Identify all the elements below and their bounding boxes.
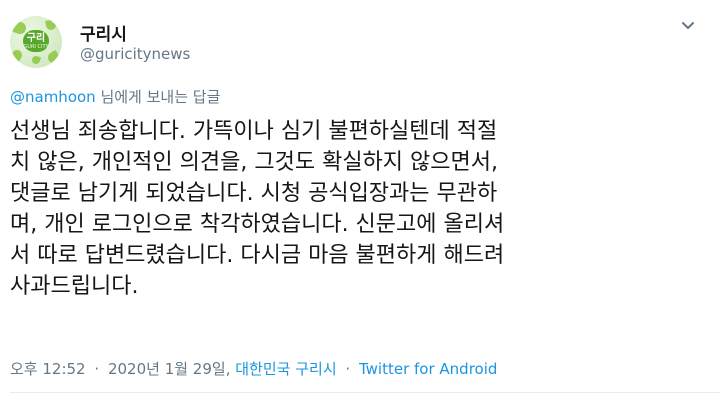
meta-separator: · xyxy=(94,360,100,378)
tweet-time[interactable]: 오후 12:52 xyxy=(10,360,86,378)
meta-separator: · xyxy=(345,360,351,378)
tweet-line: 댓글로 남기게 되었습니다. 시청 공식입장과는 무관하 xyxy=(10,181,498,206)
tweet-line: 치 않은, 개인적인 의견을, 그것도 확실하지 않으면서, xyxy=(10,150,498,175)
leaf-decoration xyxy=(45,49,62,66)
avatar[interactable]: 구리 GURI CITY xyxy=(10,16,62,68)
reply-context: @namhoon 님에게 보내는 답글 xyxy=(10,86,220,107)
reply-context-label: 님에게 보내는 답글 xyxy=(95,88,221,106)
tweet-line: 서 따로 답변드렸습니다. 다시금 마음 불편하게 해드려 xyxy=(10,243,505,268)
tweet-source-link[interactable]: Twitter for Android xyxy=(359,360,497,378)
tweet-line: 사과드립니다. xyxy=(10,274,139,299)
tweet-line: 며, 개인 로그인으로 착각하였습니다. 신문고에 올리셔 xyxy=(10,212,505,237)
tweet-metadata: 오후 12:52 · 2020년 1월 29일, 대한민국 구리시 · Twit… xyxy=(10,358,497,379)
avatar-logo: 구리 GURI CITY xyxy=(23,30,49,52)
tweet-line: 선생님 죄송합니다. 가뜩이나 심기 불편하실텐데 적절 xyxy=(10,119,498,144)
user-handle[interactable]: @guricitynews xyxy=(80,45,190,63)
avatar-logo-subtext: GURI CITY xyxy=(23,43,49,50)
leaf-decoration xyxy=(45,19,57,31)
tweet-date[interactable]: 2020년 1월 29일, xyxy=(108,360,231,378)
reply-mention-link[interactable]: @namhoon xyxy=(10,88,96,106)
tweet-text: 선생님 죄송합니다. 가뜩이나 심기 불편하실텐데 적절 치 않은, 개인적인 … xyxy=(10,116,714,302)
leaf-decoration xyxy=(10,48,24,62)
avatar-logo-text: 구리 xyxy=(26,32,46,44)
chevron-down-icon xyxy=(682,22,694,29)
leaf-decoration xyxy=(30,54,42,66)
display-name[interactable]: 구리시 xyxy=(80,20,127,45)
tweet-location-link[interactable]: 대한민국 구리시 xyxy=(235,360,336,378)
divider xyxy=(10,392,720,393)
tweet-options-button[interactable] xyxy=(678,16,698,36)
